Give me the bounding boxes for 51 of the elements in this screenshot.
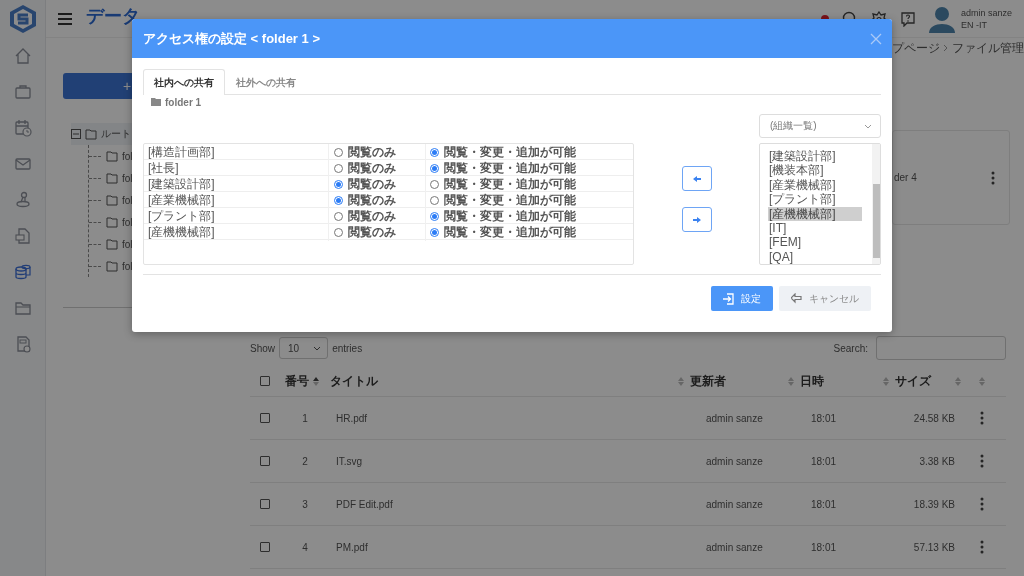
column-header: 番号	[285, 372, 309, 390]
option-label: 閲覧・変更・追加が可能	[444, 160, 576, 177]
table-cell-text: PM.pdf	[335, 541, 369, 553]
column-header: サイズ	[895, 372, 931, 390]
table-cell-text: IT.svg	[335, 455, 364, 467]
option-label: 閲覧のみ	[348, 144, 396, 161]
show-label: Show	[250, 342, 275, 354]
table-cell-text: PDF Edit.pdf	[335, 498, 394, 510]
table-cell-text: 18:01	[810, 541, 838, 553]
option-label: 閲覧のみ	[348, 192, 396, 209]
option-label: 閲覧のみ	[348, 224, 396, 241]
folder-name: der 4	[894, 172, 917, 183]
table-cell-text: 1	[301, 412, 309, 424]
column-header: 更新者	[690, 372, 726, 390]
option-label: 閲覧のみ	[348, 160, 396, 177]
entries-label: entries	[332, 342, 363, 354]
table-cell-text: 4	[301, 541, 309, 553]
department-name: [産機機械部]	[147, 224, 216, 241]
table-cell-text: 57.13 KB	[912, 541, 956, 553]
table-cell-text: 24.58 KB	[912, 412, 956, 424]
department-name: [建築設計部]	[147, 176, 216, 193]
table-cell-text: 3	[301, 498, 309, 510]
search-label: Search:	[833, 342, 868, 354]
table-cell-text: 18:01	[810, 498, 838, 510]
column-header: タイトル	[330, 372, 378, 390]
user-name: admin sanze	[960, 6, 1012, 19]
department-name: [社長]	[147, 160, 180, 177]
table-cell-text: admin sanze	[705, 412, 764, 424]
table-cell-text: 2	[301, 455, 309, 467]
department-name: [産業機械部]	[147, 192, 216, 209]
option-label: 閲覧・変更・追加が可能	[444, 176, 576, 193]
option-label: 閲覧・変更・追加が可能	[444, 144, 576, 161]
table-cell-text: admin sanze	[705, 541, 764, 553]
option-label: 閲覧・変更・追加が可能	[444, 208, 576, 225]
department-name: [プラント部]	[147, 208, 216, 225]
table-cell-text: admin sanze	[705, 455, 764, 467]
user-org: EN -IT	[960, 18, 988, 31]
table-cell-text: 18:01	[810, 412, 838, 424]
option-label: 閲覧のみ	[348, 208, 396, 225]
table-cell-text: 18:01	[810, 455, 838, 467]
option-label: 閲覧のみ	[348, 176, 396, 193]
option-label: 閲覧・変更・追加が可能	[444, 224, 576, 241]
table-cell-text: 3.38 KB	[918, 455, 956, 467]
option-label: 閲覧・変更・追加が可能	[444, 192, 576, 209]
table-cell-text: 18.39 KB	[912, 498, 956, 510]
department-name: [構造計画部]	[147, 144, 216, 161]
column-header: 日時	[800, 372, 824, 390]
dialog-title: アクセス権の設定 < folder 1 >	[143, 29, 320, 48]
folder-name: folder 1	[165, 96, 202, 108]
table-cell-text: HR.pdf	[335, 412, 369, 424]
table-cell-text: admin sanze	[705, 498, 764, 510]
